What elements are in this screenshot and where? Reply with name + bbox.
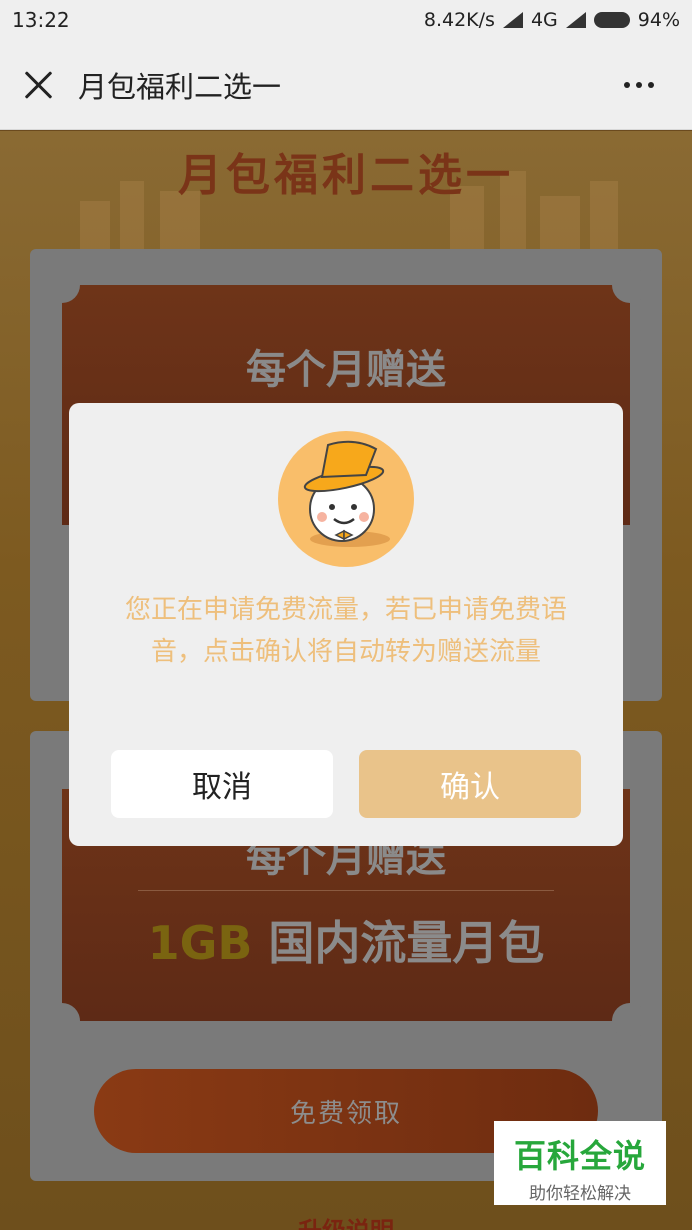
dialog-message: 您正在申请免费流量，若已申请免费语音，点击确认将自动转为赠送流量 [124, 595, 567, 667]
confirm-button[interactable]: 确认 [359, 750, 581, 818]
signal-icon [565, 12, 586, 28]
signal-hd-icon [502, 12, 523, 28]
close-icon[interactable] [22, 69, 54, 101]
more-menu-icon[interactable] [624, 81, 654, 88]
watermark-title: 百科全说 [513, 1137, 646, 1175]
mascot-avatar [278, 431, 414, 567]
mascot-illustration [303, 440, 390, 547]
confirm-dialog: 您正在申请免费流量，若已申请免费语音，点击确认将自动转为赠送流量 取消 确认 [69, 403, 623, 846]
nav-bar: 月包福利二选一 [0, 40, 692, 130]
battery-icon [593, 12, 630, 28]
network-type: 4G [530, 9, 558, 31]
page-title: 月包福利二选一 [78, 69, 282, 104]
net-speed: 8.42K/s [423, 9, 495, 31]
watermark-logo: 百科全说 助你轻松解决 [494, 1121, 666, 1205]
battery-level: 94% [637, 9, 680, 31]
status-bar: 13:22 8.42K/s 4G 94% [0, 0, 692, 40]
cancel-button[interactable]: 取消 [111, 750, 333, 818]
status-time: 13:22 [12, 8, 70, 32]
watermark-subtitle: 助你轻松解决 [529, 1184, 631, 1204]
status-indicators: 8.42K/s 4G 94% [424, 9, 680, 31]
